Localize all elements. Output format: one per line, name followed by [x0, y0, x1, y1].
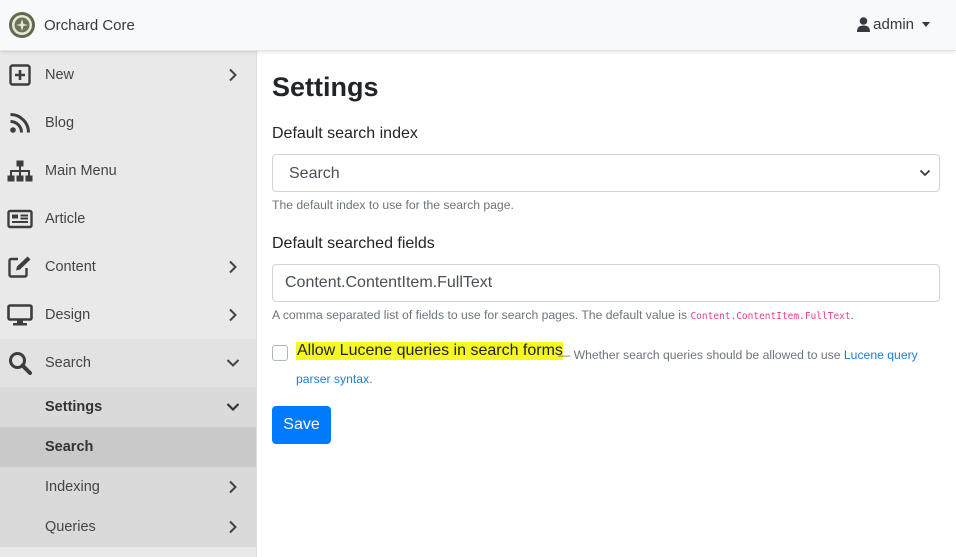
sidebar-subitem-label: Indexing — [45, 479, 100, 495]
plus-square-icon — [7, 63, 33, 87]
searched-fields-hint: A comma separated list of fields to use … — [272, 308, 854, 322]
searched-fields-input[interactable] — [272, 264, 940, 302]
newspaper-icon — [7, 207, 33, 231]
default-index-select-value: Search — [289, 165, 340, 182]
sidebar-subitem-settings[interactable]: Settings — [0, 387, 256, 427]
allow-lucene-label[interactable]: Allow Lucene queries in search forms — [296, 342, 563, 360]
user-icon — [857, 17, 871, 32]
chevron-right-icon — [229, 308, 237, 322]
searched-fields-label: Default searched fields — [272, 235, 435, 252]
page-title: Settings — [272, 72, 379, 102]
caret-down-icon — [922, 22, 930, 27]
chevron-right-icon — [229, 68, 237, 82]
chevron-down-icon — [226, 403, 240, 412]
user-menu[interactable]: admin — [857, 16, 930, 33]
chevron-right-icon — [229, 260, 237, 274]
sidebar-item-blog[interactable]: Blog — [0, 99, 256, 147]
allow-lucene-hint-continued: parser syntax. — [296, 372, 373, 386]
save-button[interactable]: Save — [272, 406, 331, 444]
sidebar-item-main-menu[interactable]: Main Menu — [0, 147, 256, 195]
lucene-syntax-link-continued[interactable]: parser syntax. — [296, 372, 373, 386]
desktop-icon — [7, 303, 33, 327]
sidebar-item-new[interactable]: New — [0, 51, 256, 99]
sidebar-item-label: Article — [45, 211, 86, 227]
searched-fields-hint-text: A comma separated list of fields to use … — [272, 308, 688, 322]
edit-icon — [7, 255, 33, 279]
searched-fields-hint-code: Content.ContentItem.FullText — [690, 311, 851, 322]
sidebar-subitem-indexing[interactable]: Indexing — [0, 467, 256, 507]
top-navbar: Orchard Core admin — [0, 0, 956, 51]
sidebar-subitem-label: Search — [45, 439, 94, 455]
sidebar-item-label: Main Menu — [45, 163, 117, 179]
sitemap-icon — [7, 159, 33, 183]
search-icon — [7, 351, 33, 375]
allow-lucene-hint-text: — Whether search queries should be allow… — [558, 348, 841, 362]
chevron-down-icon — [919, 169, 931, 177]
brand-link[interactable]: Orchard Core — [8, 11, 135, 39]
sidebar-item-design[interactable]: Design — [0, 291, 256, 339]
user-menu-label: admin — [873, 16, 914, 33]
sidebar-item-label: Search — [45, 355, 91, 371]
sidebar-item-content[interactable]: Content — [0, 243, 256, 291]
sidebar-item-article[interactable]: Article — [0, 195, 256, 243]
sidebar: New Blog Main Menu Article Content Desig… — [0, 51, 257, 557]
orchard-logo-icon — [9, 12, 35, 38]
sidebar-subitem-label: Queries — [45, 519, 96, 535]
brand-name: Orchard Core — [44, 16, 135, 34]
default-index-label: Default search index — [272, 125, 418, 142]
sidebar-subitem-search[interactable]: Search — [0, 427, 256, 467]
searched-fields-hint-end: . — [850, 308, 854, 322]
chevron-down-icon — [226, 359, 240, 367]
sidebar-item-search[interactable]: Search — [0, 339, 256, 387]
sidebar-item-label: Content — [45, 259, 96, 275]
allow-lucene-hint: — Whether search queries should be allow… — [558, 348, 918, 362]
allow-lucene-checkbox[interactable] — [272, 345, 288, 361]
lucene-syntax-link[interactable]: Lucene query — [844, 348, 918, 362]
sidebar-subitem-label: Settings — [45, 399, 103, 415]
sidebar-item-label: New — [45, 67, 75, 83]
sidebar-item-label: Blog — [45, 115, 75, 131]
rss-icon — [7, 111, 33, 135]
sidebar-subitem-queries[interactable]: Queries — [0, 507, 256, 547]
sidebar-item-label: Design — [45, 307, 91, 323]
default-index-select[interactable]: Search — [272, 154, 940, 192]
chevron-right-icon — [229, 480, 237, 494]
default-index-hint: The default index to use for the search … — [272, 198, 514, 212]
chevron-right-icon — [229, 520, 237, 534]
